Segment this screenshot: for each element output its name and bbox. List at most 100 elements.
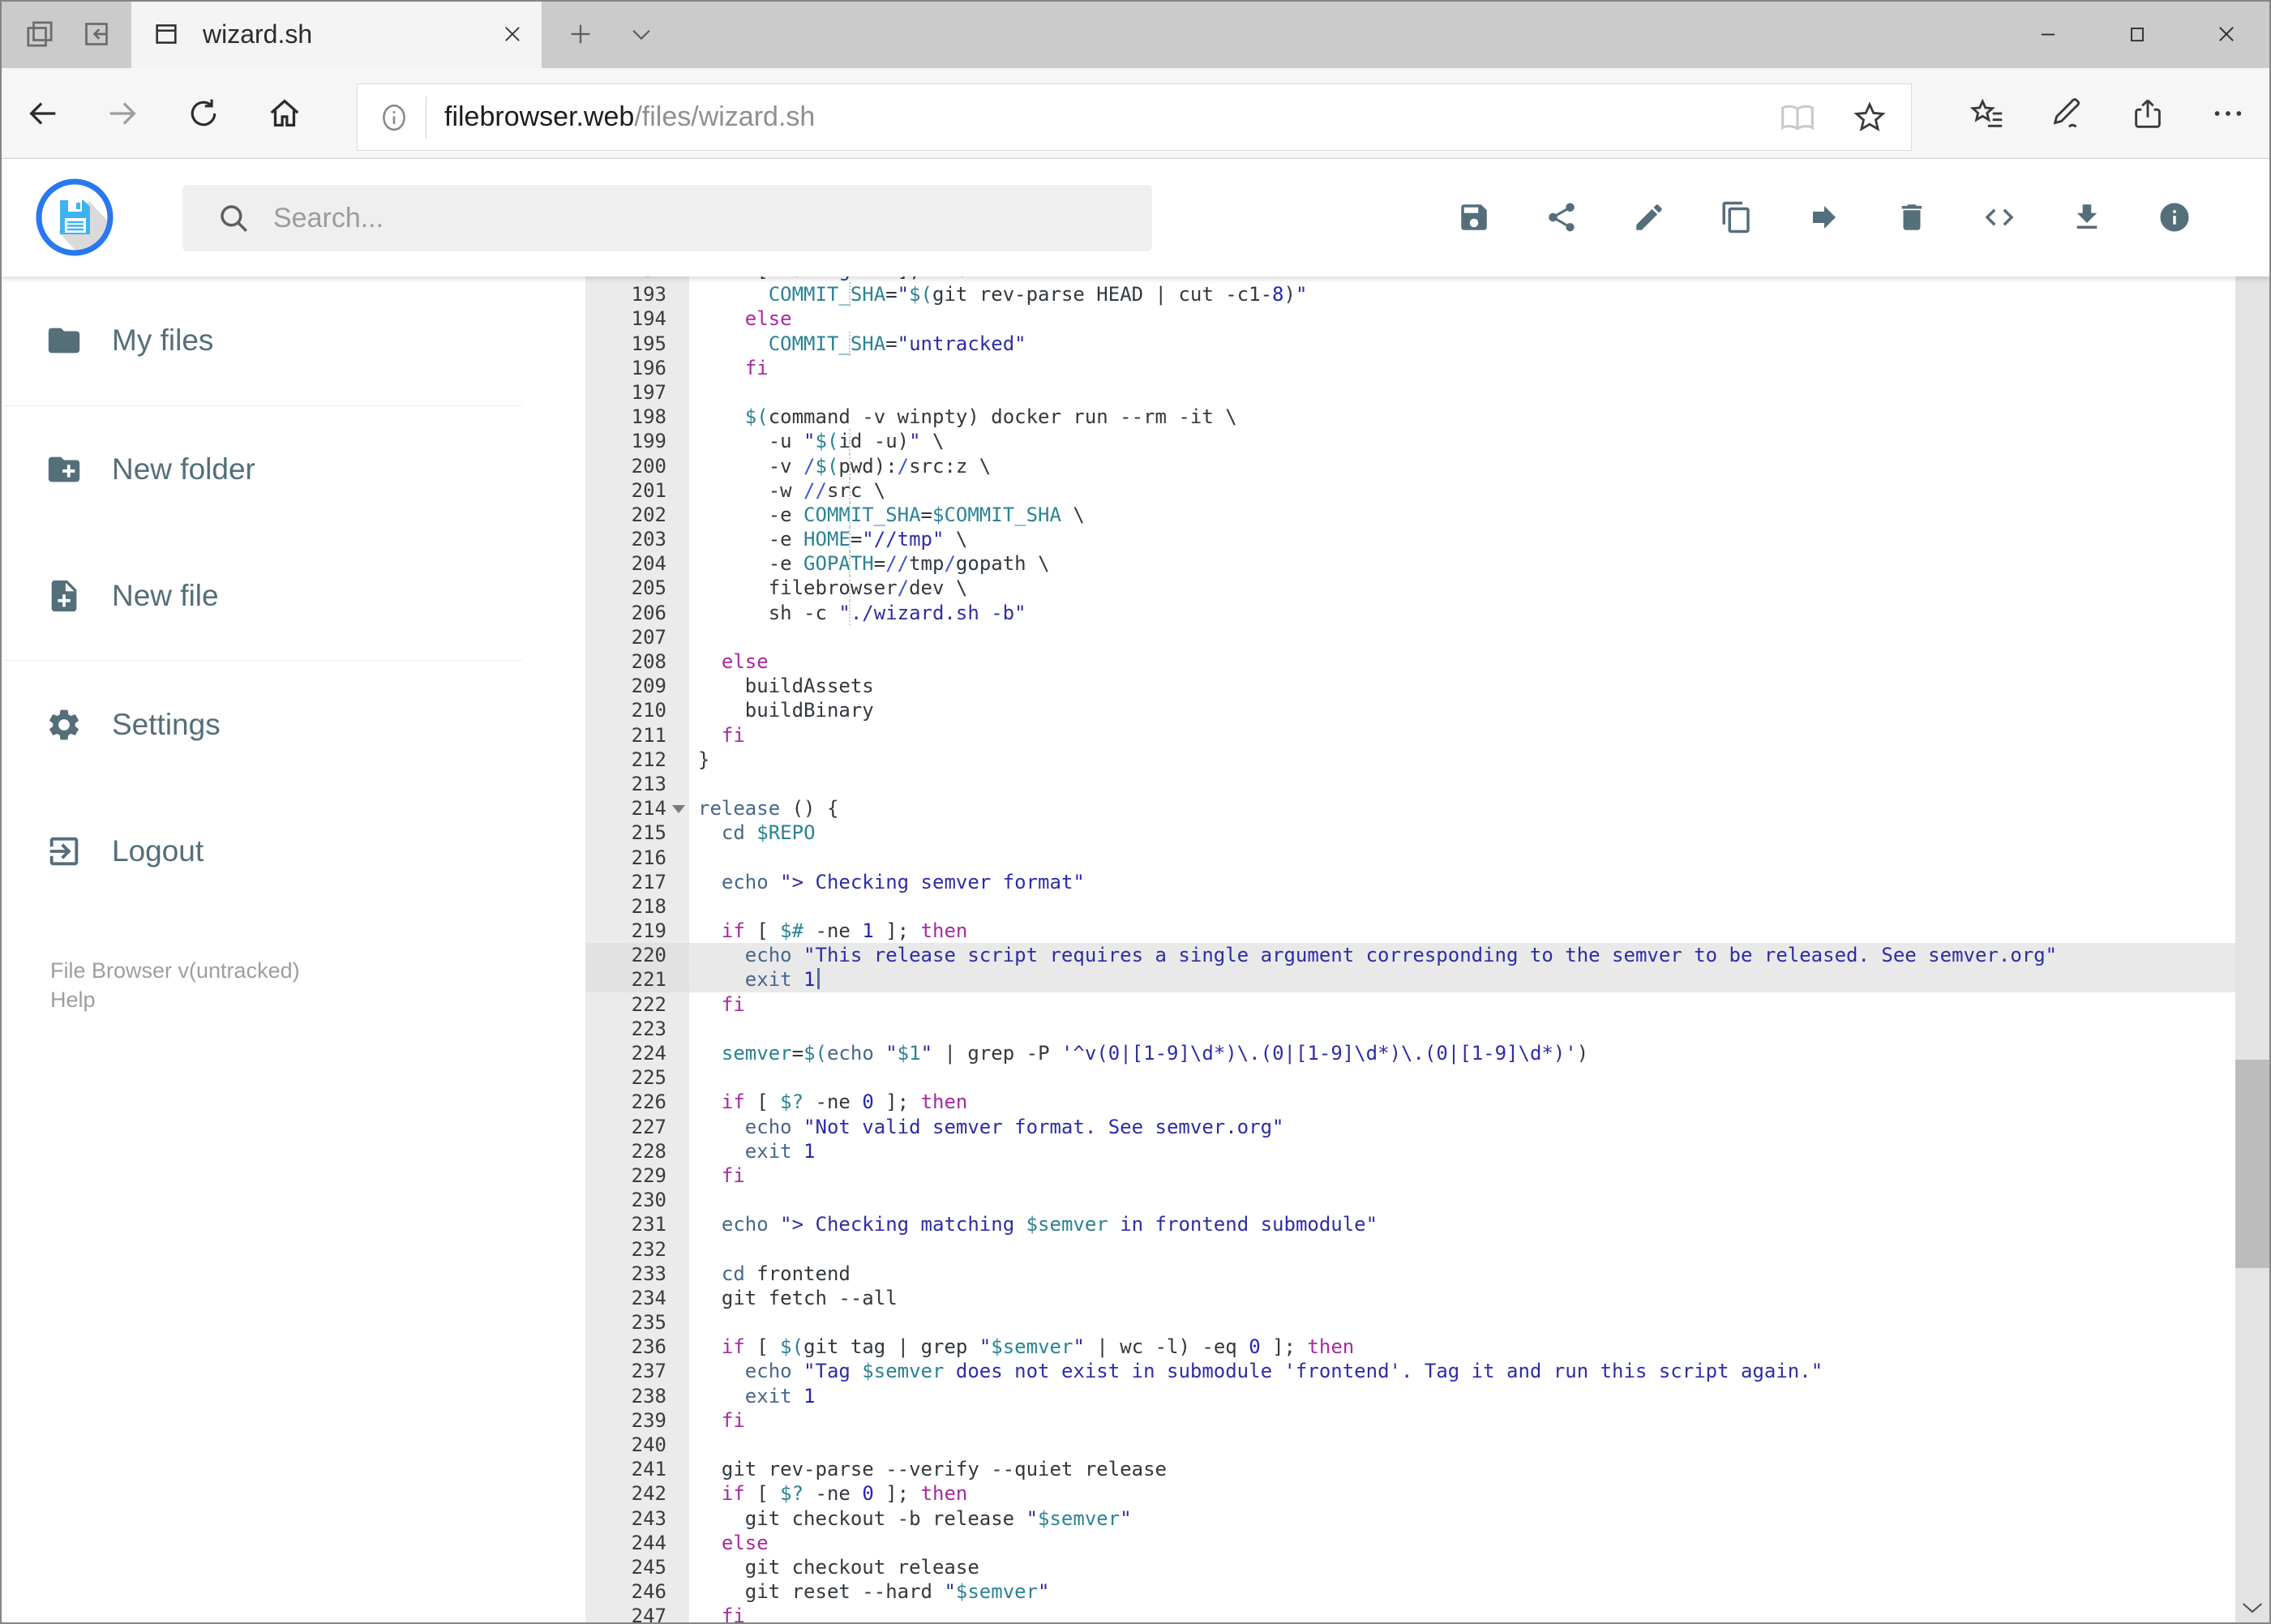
- close-tab-icon[interactable]: [501, 23, 524, 45]
- code-editor[interactable]: 192 if [ -d ".git" ]; then193 COMMIT_SHA…: [585, 276, 2235, 1624]
- code-text[interactable]: [689, 772, 2235, 796]
- code-text[interactable]: git checkout release: [689, 1555, 2235, 1579]
- line-number[interactable]: 209: [585, 674, 689, 699]
- line-number[interactable]: 198: [585, 405, 689, 430]
- line-number[interactable]: 246: [585, 1579, 689, 1605]
- code-text[interactable]: release () {: [689, 796, 2235, 821]
- code-line[interactable]: 247 fi: [585, 1604, 2235, 1624]
- line-number[interactable]: 229: [585, 1163, 689, 1189]
- line-number[interactable]: 205: [585, 576, 689, 601]
- delete-button[interactable]: [1878, 183, 1946, 251]
- favorite-star-icon[interactable]: [1851, 99, 1888, 136]
- back-button[interactable]: [6, 68, 79, 159]
- code-line[interactable]: 210 buildBinary: [585, 698, 2235, 723]
- code-line[interactable]: 207: [585, 624, 2235, 649]
- reading-view-icon[interactable]: [1780, 100, 1815, 135]
- code-line[interactable]: 235: [585, 1310, 2235, 1335]
- code-line[interactable]: 209 buildAssets: [585, 674, 2235, 699]
- code-line[interactable]: 193 COMMIT_SHA="$(git rev-parse HEAD | c…: [585, 282, 2235, 307]
- code-text[interactable]: else: [689, 306, 2235, 331]
- forward-button[interactable]: [86, 68, 159, 159]
- code-text[interactable]: if [ $? -ne 0 ]; then: [689, 1090, 2235, 1114]
- info-icon[interactable]: [377, 101, 411, 135]
- tab-list-button[interactable]: [613, 0, 670, 68]
- code-text[interactable]: exit 1: [689, 1139, 2235, 1163]
- code-line[interactable]: 196 fi: [585, 355, 2235, 380]
- code-text[interactable]: fi: [689, 1163, 2235, 1188]
- code-text[interactable]: if [ $? -ne 0 ]; then: [689, 1481, 2235, 1506]
- sidebar-item-settings[interactable]: Settings: [0, 701, 523, 749]
- code-text[interactable]: echo "Not valid semver format. See semve…: [689, 1115, 2235, 1139]
- code-line[interactable]: 201 -w //src \: [585, 478, 2235, 503]
- line-number[interactable]: 213: [585, 771, 689, 797]
- code-text[interactable]: else: [689, 1531, 2235, 1555]
- code-line[interactable]: 205 filebrowser/dev \: [585, 576, 2235, 601]
- line-number[interactable]: 208: [585, 649, 689, 675]
- line-number[interactable]: 194: [585, 306, 689, 332]
- url-bar[interactable]: filebrowser.web/files/wizard.sh: [357, 84, 1912, 151]
- code-text[interactable]: if [ $(git tag | grep "$semver" | wc -l)…: [689, 1335, 2235, 1359]
- code-line[interactable]: 239 fi: [585, 1408, 2235, 1433]
- sidebar-item-my-files[interactable]: My files: [0, 316, 523, 365]
- line-number[interactable]: 234: [585, 1285, 689, 1311]
- help-link[interactable]: Help: [50, 985, 300, 1014]
- line-number[interactable]: 202: [585, 502, 689, 528]
- code-text[interactable]: buildAssets: [689, 674, 2235, 698]
- line-number[interactable]: 231: [585, 1212, 689, 1237]
- code-text[interactable]: exit 1: [689, 967, 2235, 992]
- line-number[interactable]: 211: [585, 722, 689, 748]
- search-input[interactable]: [272, 201, 1152, 235]
- line-number[interactable]: 216: [585, 845, 689, 870]
- line-number[interactable]: 243: [585, 1506, 689, 1531]
- sidebar-item-logout[interactable]: Logout: [0, 827, 523, 876]
- code-line[interactable]: 219 if [ $# -ne 1 ]; then: [585, 919, 2235, 944]
- code-line[interactable]: 234 git fetch --all: [585, 1285, 2235, 1311]
- minimize-button[interactable]: [2003, 0, 2093, 68]
- line-number[interactable]: 192: [585, 276, 689, 283]
- code-text[interactable]: $(command -v winpty) docker run --rm -it…: [689, 405, 2235, 429]
- code-text[interactable]: [689, 1017, 2235, 1041]
- code-text[interactable]: }: [689, 748, 2235, 772]
- code-text[interactable]: -e GOPATH=//tmp/gopath \: [689, 551, 2235, 576]
- line-number[interactable]: 228: [585, 1138, 689, 1163]
- code-line[interactable]: 241 git rev-parse --verify --quiet relea…: [585, 1457, 2235, 1482]
- code-line[interactable]: 192 if [ -d ".git" ]; then: [585, 276, 2235, 283]
- code-line[interactable]: 208 else: [585, 649, 2235, 675]
- code-line[interactable]: 237 echo "Tag $semver does not exist in …: [585, 1359, 2235, 1384]
- share-button[interactable]: [2107, 68, 2187, 159]
- code-line[interactable]: 199 -u "$(id -u)" \: [585, 429, 2235, 454]
- code-line[interactable]: 246 git reset --hard "$semver": [585, 1579, 2235, 1605]
- line-number[interactable]: 241: [585, 1457, 689, 1482]
- code-text[interactable]: [689, 1065, 2235, 1090]
- code-line[interactable]: 229 fi: [585, 1163, 2235, 1189]
- more-button[interactable]: [2187, 68, 2268, 159]
- code-line[interactable]: 238 exit 1: [585, 1383, 2235, 1408]
- sidebar-item-new-folder[interactable]: New folder: [0, 445, 523, 494]
- code-line[interactable]: 214 release () {: [585, 796, 2235, 821]
- line-number[interactable]: 212: [585, 747, 689, 772]
- code-line[interactable]: 195 COMMIT_SHA="untracked": [585, 331, 2235, 356]
- rename-button[interactable]: [1615, 183, 1683, 251]
- line-number[interactable]: 230: [585, 1188, 689, 1213]
- code-text[interactable]: sh -c "./wizard.sh -b": [689, 600, 2235, 625]
- code-line[interactable]: 213: [585, 771, 2235, 797]
- code-text[interactable]: cd $REPO: [689, 821, 2235, 845]
- line-number[interactable]: 244: [585, 1530, 689, 1555]
- code-text[interactable]: git fetch --all: [689, 1286, 2235, 1310]
- code-text[interactable]: filebrowser/dev \: [689, 576, 2235, 601]
- line-number[interactable]: 219: [585, 919, 689, 944]
- line-number[interactable]: 233: [585, 1261, 689, 1286]
- code-text[interactable]: [689, 846, 2235, 870]
- sidebar-item-new-file[interactable]: New file: [0, 572, 523, 620]
- code-text[interactable]: COMMIT_SHA="$(git rev-parse HEAD | cut -…: [689, 282, 2235, 307]
- code-line[interactable]: 228 exit 1: [585, 1138, 2235, 1163]
- code-line[interactable]: 233 cd frontend: [585, 1261, 2235, 1286]
- code-text[interactable]: echo "This release script requires a sin…: [689, 943, 2235, 968]
- set-tabs-aside-button[interactable]: [68, 0, 125, 68]
- code-text[interactable]: echo "> Checking semver format": [689, 870, 2235, 894]
- line-number[interactable]: 197: [585, 379, 689, 405]
- code-text[interactable]: [689, 1433, 2235, 1457]
- code-text[interactable]: [689, 380, 2235, 405]
- line-number[interactable]: 245: [585, 1554, 689, 1580]
- code-line[interactable]: 222 fi: [585, 992, 2235, 1017]
